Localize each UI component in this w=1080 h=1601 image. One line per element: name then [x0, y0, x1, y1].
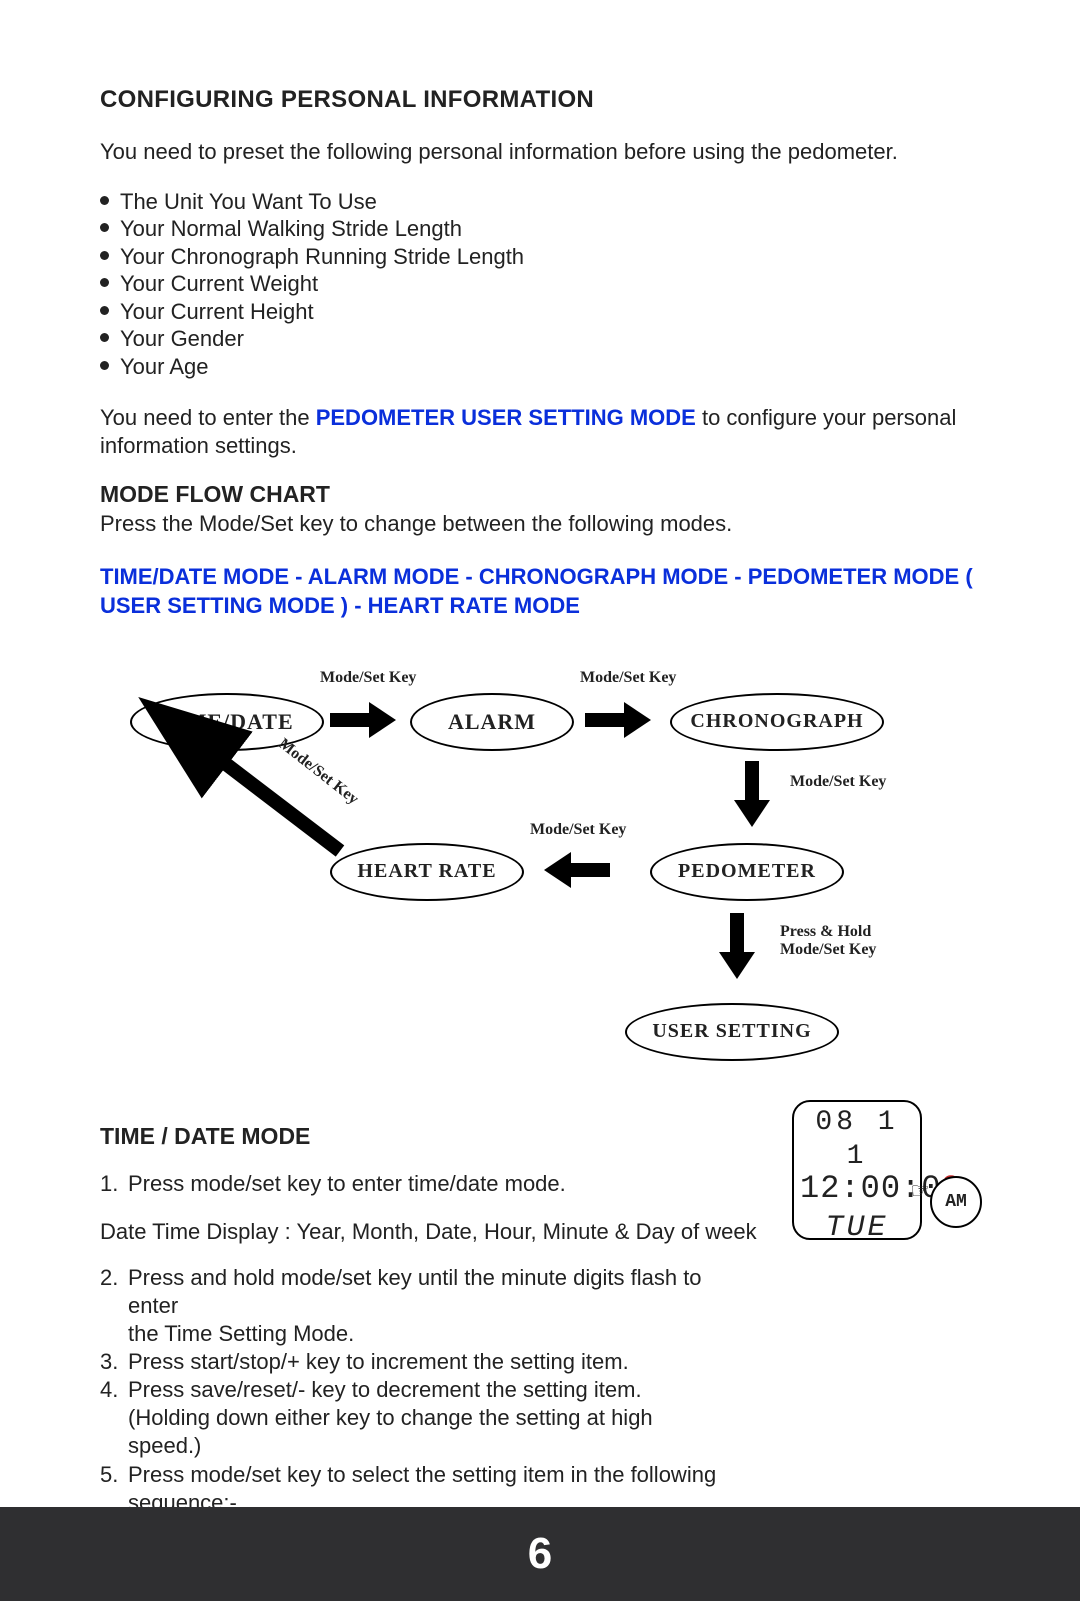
- bullet-item: The Unit You Want To Use: [100, 188, 980, 216]
- mode-flow-text: Press the Mode/Set key to change between…: [100, 510, 980, 538]
- section-title-config: CONFIGURING PERSONAL INFORMATION: [100, 86, 980, 114]
- bullet-item: Your Current Height: [100, 298, 980, 326]
- arrow-icon: [180, 733, 360, 863]
- step-text: Press mode/set key to enter time/date mo…: [128, 1171, 566, 1196]
- bullet-item: Your Current Weight: [100, 270, 980, 298]
- step-text: Press start/stop/+ key to increment the …: [128, 1349, 629, 1374]
- lcd-row-time: 12:00:08: [800, 1173, 914, 1205]
- personal-info-bullets: The Unit You Want To Use Your Normal Wal…: [100, 188, 980, 381]
- step-text: the Time Setting Mode.: [128, 1320, 720, 1348]
- mode-flow-sequence: TIME/DATE MODE - ALARM MODE - CHRONOGRAP…: [100, 562, 980, 621]
- step-text: (Holding down either key to change the s…: [128, 1404, 720, 1460]
- mode-flow-title: MODE FLOW CHART: [100, 481, 980, 508]
- intro-paragraph: You need to preset the following persona…: [100, 138, 980, 166]
- bubble-alarm: ALARM: [410, 693, 574, 751]
- bubble-user-setting: USER SETTING: [625, 1003, 839, 1061]
- arrow-icon: [570, 863, 610, 877]
- lcd-row-day: TUE: [800, 1205, 914, 1243]
- bullet-item: Your Gender: [100, 325, 980, 353]
- arrow-icon: [585, 713, 625, 727]
- bubble-chronograph: CHRONOGRAPH: [670, 693, 884, 751]
- step-2: 2. Press and hold mode/set key until the…: [100, 1264, 720, 1348]
- enter-mode-paragraph: You need to enter the PEDOMETER USER SET…: [100, 404, 980, 459]
- key-label: Mode/Set Key: [530, 821, 626, 839]
- step-text: Press and hold mode/set key until the mi…: [128, 1265, 702, 1318]
- bullet-item: Your Chronograph Running Stride Length: [100, 243, 980, 271]
- bubble-pedometer: PEDOMETER: [650, 843, 844, 901]
- arrow-icon: [730, 913, 744, 953]
- am-indicator: AM: [930, 1176, 982, 1228]
- page-footer: 6: [0, 1507, 1080, 1601]
- lcd-screen: 08 1 1 12:00:08 TUE ☞ AM: [792, 1100, 922, 1240]
- key-label: Mode/Set Key: [320, 669, 416, 687]
- pointer-icon: ☞: [910, 1179, 930, 1205]
- bullet-item: Your Normal Walking Stride Length: [100, 215, 980, 243]
- step-text: Press save/reset/- key to decrement the …: [128, 1377, 642, 1402]
- mode-flow-diagram: TIME/DATE ALARM CHRONOGRAPH HEART RATE P…: [130, 673, 1010, 1073]
- step-3: 3.Press start/stop/+ key to increment th…: [100, 1348, 720, 1376]
- enter-bold: PEDOMETER USER SETTING MODE: [316, 405, 696, 430]
- arrow-icon: [330, 713, 370, 727]
- lcd-illustration: 08 1 1 12:00:08 TUE ☞ AM: [792, 1100, 992, 1250]
- step-4: 4. Press save/reset/- key to decrement t…: [100, 1376, 720, 1460]
- press-hold-label: Press & Hold Mode/Set Key: [780, 923, 876, 959]
- key-label: Mode/Set Key: [580, 669, 676, 687]
- bullet-item: Your Age: [100, 353, 980, 381]
- page-number: 6: [528, 1529, 552, 1579]
- arrow-icon: [745, 761, 759, 801]
- enter-prefix: You need to enter the: [100, 405, 316, 430]
- document-page: CONFIGURING PERSONAL INFORMATION You nee…: [0, 0, 1080, 1601]
- key-label: Mode/Set Key: [790, 773, 886, 791]
- lcd-row-date: 08 1 1: [800, 1106, 914, 1173]
